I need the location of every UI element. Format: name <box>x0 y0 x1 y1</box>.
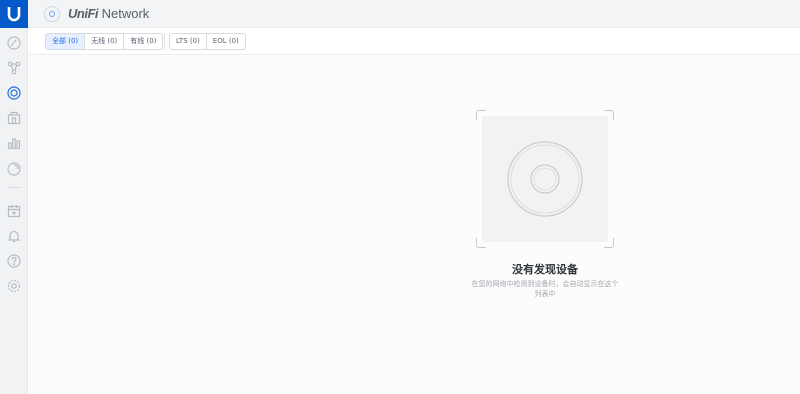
help-icon[interactable] <box>6 253 22 269</box>
insights-icon[interactable] <box>6 161 22 177</box>
events-icon[interactable] <box>6 203 22 219</box>
filter-wired-button[interactable]: 有线 (0) <box>124 34 162 49</box>
empty-state-description: 在您的网络中检测到设备时，会自动显示在这个列表中 <box>471 280 619 298</box>
topology-icon[interactable] <box>6 60 22 76</box>
settings-icon[interactable] <box>6 278 22 294</box>
empty-device-illustration <box>482 116 608 242</box>
empty-state-title: 没有发现设备 <box>512 263 578 276</box>
filter-eol-button[interactable]: EOL (0) <box>207 34 245 49</box>
type-filter-group: 全部 (0) 无线 (0) 有线 (0) <box>45 33 164 50</box>
clients-icon[interactable] <box>6 110 22 126</box>
sidebar <box>0 0 28 394</box>
alerts-icon[interactable] <box>6 228 22 244</box>
access-point-icon <box>507 141 583 217</box>
ubiquiti-logo[interactable] <box>0 0 28 28</box>
sidebar-divider <box>8 187 20 188</box>
filter-all-button[interactable]: 全部 (0) <box>46 34 86 49</box>
lifecycle-filter-group: LTS (0) EOL (0) <box>169 33 246 50</box>
top-bar: UniFi Network <box>28 0 800 28</box>
unifi-app-icon[interactable] <box>44 5 60 22</box>
filter-wireless-button[interactable]: 无线 (0) <box>85 34 125 49</box>
filter-separator <box>164 33 165 50</box>
device-filter-bar: 全部 (0) 无线 (0) 有线 (0) LTS (0) EOL (0) <box>28 28 800 55</box>
ubiquiti-u-icon <box>7 7 21 22</box>
devices-icon[interactable] <box>6 85 22 101</box>
app-title: UniFi Network <box>68 6 149 21</box>
dashboard-icon[interactable] <box>6 35 22 51</box>
app-brand: UniFi <box>68 6 99 21</box>
empty-state-frame <box>476 110 614 248</box>
statistics-icon[interactable] <box>6 135 22 151</box>
app-name: Network <box>101 6 150 21</box>
filter-lts-button[interactable]: LTS (0) <box>170 34 207 49</box>
